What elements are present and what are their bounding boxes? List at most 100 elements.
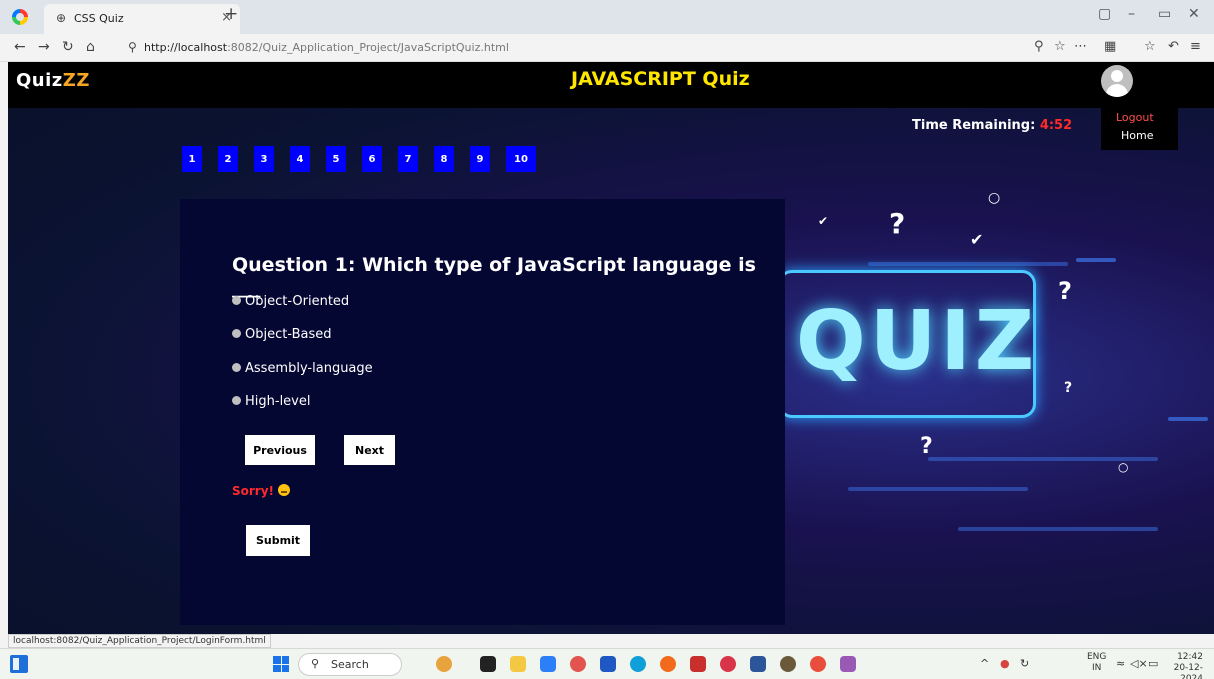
language-indicator[interactable]: ENG IN [1087, 652, 1106, 674]
timer-value: 4:52 [1039, 118, 1073, 133]
radio-icon[interactable] [232, 396, 241, 405]
question-nav-button[interactable]: 7 [398, 146, 418, 172]
new-tab-icon[interactable]: + [224, 4, 238, 24]
question-nav-button[interactable]: 5 [326, 146, 346, 172]
news-app-icon[interactable] [436, 656, 452, 672]
widgets-icon[interactable] [10, 655, 28, 673]
question-navigation: 1 2 3 4 5 6 7 8 9 10 [182, 146, 552, 172]
start-icon[interactable] [273, 656, 289, 672]
question-text: Question 1: Which type of JavaScript lan… [232, 254, 756, 298]
edge-browser-icon[interactable] [630, 656, 646, 672]
browser-tab-bar: ⊕ CSS Quiz × + ▢ – ▭ ✕ [0, 0, 1214, 34]
background-streak [958, 527, 1158, 531]
settings-app-icon[interactable] [780, 656, 796, 672]
tab-list-icon[interactable]: ▢ [1098, 6, 1111, 22]
search-icon: ⚲ [128, 40, 137, 54]
zoom-icon[interactable]: ⚲ [1034, 39, 1044, 54]
radio-icon[interactable] [232, 329, 241, 338]
active-browser-icon[interactable] [810, 656, 826, 672]
feedback-message: Sorry! [232, 484, 291, 498]
office-app-icon[interactable] [720, 656, 736, 672]
taskbar: ⚲ Search ^ ● ↻ ENG IN ≈ ◁× ▭ 12:42 20-12… [0, 648, 1214, 679]
answer-option[interactable]: Object-Oriented [232, 294, 349, 309]
address-bar: ← → ↻ ⌂ ⚲ http://localhost:8082/Quiz_App… [0, 34, 1214, 62]
show-hidden-icons-icon[interactable]: ^ [980, 657, 989, 670]
background-streak [1168, 417, 1208, 421]
quiz-page: ? ? ? ? ✔ ✔ ○ ○ QUIZ QuizZZ JAVASCRIPT Q… [8, 62, 1214, 634]
antivirus-tray-icon[interactable]: ● [1000, 657, 1010, 670]
file-explorer-icon[interactable] [510, 656, 526, 672]
site-header: QuizZZ JAVASCRIPT Quiz [8, 62, 1214, 108]
word-app-icon[interactable] [750, 656, 766, 672]
reload-icon[interactable]: ↻ [62, 39, 74, 55]
question-mark-icon: ? [920, 434, 933, 459]
clock[interactable]: 12:42 20-12-2024 [1153, 652, 1203, 679]
avatar[interactable] [1101, 65, 1133, 97]
question-panel: Question 1: Which type of JavaScript lan… [180, 199, 785, 625]
tab-title: CSS Quiz [74, 12, 124, 25]
circle-decoration-icon: ○ [988, 190, 1001, 206]
store-app-icon[interactable] [540, 656, 556, 672]
search-icon: ⚲ [311, 657, 320, 670]
volume-icon[interactable]: ◁× [1130, 657, 1148, 670]
answer-option[interactable]: Object-Based [232, 327, 331, 342]
taskbar-search[interactable]: ⚲ Search [298, 653, 402, 676]
question-mark-icon: ? [889, 207, 906, 240]
chrome-browser-icon[interactable] [660, 656, 676, 672]
background-streak [848, 487, 1028, 491]
question-nav-button[interactable]: 1 [182, 146, 202, 172]
circle-decoration-icon: ○ [1118, 460, 1129, 474]
radio-icon[interactable] [232, 296, 241, 305]
home-link[interactable]: Home [1121, 129, 1153, 142]
submit-button[interactable]: Submit [246, 525, 310, 556]
forward-icon[interactable]: → [38, 39, 50, 55]
brand-logo[interactable]: QuizZZ [16, 70, 90, 91]
check-mark-icon: ✔ [970, 230, 984, 249]
home-icon[interactable]: ⌂ [86, 39, 95, 55]
bookmark-star-icon[interactable]: ☆ [1054, 39, 1066, 54]
browser-logo-icon[interactable] [12, 9, 28, 25]
globe-icon: ⊕ [56, 11, 67, 25]
question-mark-icon: ? [1064, 380, 1073, 396]
extensions-icon[interactable]: ▦ [1104, 39, 1116, 54]
more-menu-icon[interactable]: ⋯ [1074, 39, 1087, 54]
sync-tray-icon[interactable]: ↻ [1020, 657, 1029, 670]
user-dropdown-menu: Logout Home [1101, 108, 1178, 150]
question-nav-button[interactable]: 2 [218, 146, 238, 172]
microsoft-store-icon[interactable] [600, 656, 616, 672]
hamburger-menu-icon[interactable]: ≡ [1190, 39, 1201, 54]
question-nav-button[interactable]: 10 [506, 146, 536, 172]
close-window-icon[interactable]: ✕ [1188, 6, 1200, 22]
question-mark-icon: ? [1058, 277, 1072, 305]
question-nav-button[interactable]: 4 [290, 146, 310, 172]
radio-icon[interactable] [232, 363, 241, 372]
wifi-icon[interactable]: ≈ [1116, 657, 1125, 670]
url-field[interactable]: http://localhost:8082/Quiz_Application_P… [144, 41, 509, 54]
quiz-background-text: QUIZ [796, 294, 1039, 389]
time-remaining: Time Remaining: 4:52 [912, 118, 1073, 133]
sad-face-icon [278, 484, 291, 496]
answer-option[interactable]: Assembly-language [232, 361, 373, 376]
undo-icon[interactable]: ↶ [1168, 39, 1179, 54]
favorites-icon[interactable]: ☆ [1144, 39, 1156, 54]
page-title: JAVASCRIPT Quiz [571, 68, 750, 90]
logout-link[interactable]: Logout [1116, 111, 1154, 124]
background-streak [1076, 258, 1116, 262]
back-icon[interactable]: ← [14, 39, 26, 55]
question-nav-button[interactable]: 8 [434, 146, 454, 172]
answer-option[interactable]: High-level [232, 394, 310, 409]
task-view-icon[interactable] [480, 656, 496, 672]
next-button[interactable]: Next [344, 435, 395, 465]
photos-app-icon[interactable] [570, 656, 586, 672]
check-mark-icon: ✔ [818, 214, 829, 228]
minimize-icon[interactable]: – [1128, 6, 1135, 22]
question-nav-button[interactable]: 6 [362, 146, 382, 172]
question-nav-button[interactable]: 9 [470, 146, 490, 172]
previous-button[interactable]: Previous [245, 435, 315, 465]
question-nav-button[interactable]: 3 [254, 146, 274, 172]
network-app-icon[interactable] [840, 656, 856, 672]
status-bar-url: localhost:8082/Quiz_Application_Project/… [8, 634, 271, 648]
browser-tab[interactable]: ⊕ CSS Quiz × [44, 4, 240, 34]
restore-icon[interactable]: ▭ [1158, 6, 1171, 22]
security-app-icon[interactable] [690, 656, 706, 672]
